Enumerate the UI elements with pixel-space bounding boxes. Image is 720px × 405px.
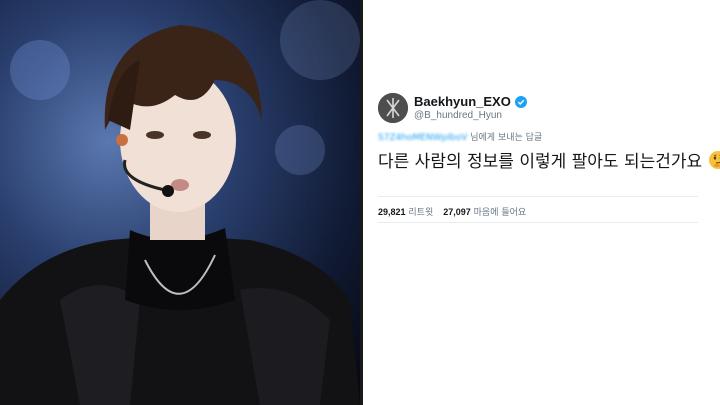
retweet-stat[interactable]: 29,821 리트윗	[378, 205, 433, 218]
person-photo-illustration	[0, 0, 360, 405]
reply-to-handle[interactable]: S7Z4hoMENWpIboV	[378, 133, 467, 143]
tweet-card	[363, 0, 720, 405]
display-name[interactable]: Baekhyun_EXO	[414, 94, 511, 109]
display-name-row[interactable]: Baekhyun_EXO	[414, 94, 527, 109]
user-handle[interactable]: @B_hundred_Hyun	[414, 110, 502, 121]
reply-label: 님에게 보내는 답글	[470, 133, 543, 143]
like-count: 27,097	[443, 207, 471, 217]
exo-logo-icon	[378, 93, 408, 123]
like-stat[interactable]: 27,097 마음에 들어요	[443, 205, 526, 218]
retweet-label: 리트윗	[408, 208, 434, 218]
retweet-count: 29,821	[378, 207, 406, 217]
photo-panel	[0, 0, 360, 405]
tweet-text: 다른 사람의 정보를 이렇게 팔아도 되는건가요	[378, 152, 703, 172]
thinking-face-emoji-icon	[709, 150, 720, 169]
like-label: 마음에 들어요	[473, 208, 527, 218]
verified-badge-icon	[514, 95, 527, 108]
reply-context: S7Z4hoMENWpIboV 님에게 보내는 답글	[378, 130, 542, 143]
divider-line	[378, 196, 698, 197]
divider-line	[378, 222, 698, 223]
profile-avatar[interactable]	[378, 93, 408, 123]
tweet-text-row: 다른 사람의 정보를 이렇게 팔아도 되는건가요	[378, 147, 720, 172]
tweet-stats: 29,821 리트윗 27,097 마음에 들어요	[378, 205, 526, 218]
